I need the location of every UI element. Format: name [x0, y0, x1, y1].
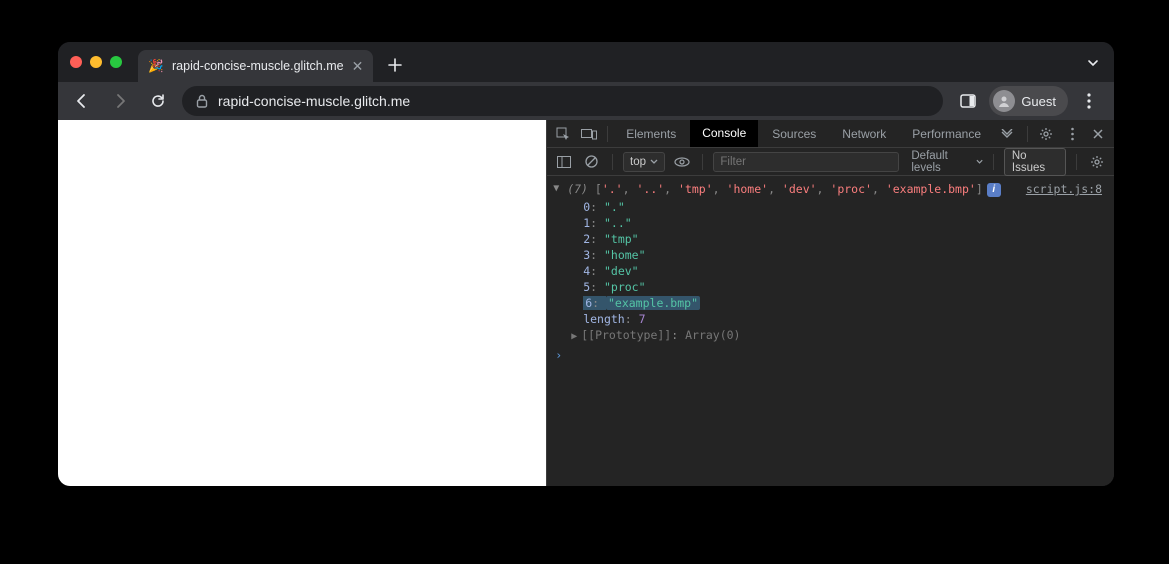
- context-label: top: [630, 156, 646, 168]
- url-text: rapid-concise-muscle.glitch.me: [218, 93, 410, 109]
- window-controls: [70, 56, 122, 68]
- tab-favicon: 🎉: [148, 59, 164, 74]
- profile-label: Guest: [1021, 94, 1056, 109]
- page-viewport[interactable]: [58, 120, 546, 486]
- chevron-down-icon: [650, 159, 658, 165]
- maximize-window-button[interactable]: [110, 56, 122, 68]
- new-tab-button[interactable]: [381, 51, 409, 79]
- log-summary: (7) ['.', '..', 'tmp', 'home', 'dev', 'p…: [567, 182, 1026, 197]
- info-badge-icon[interactable]: i: [987, 183, 1001, 197]
- minimize-window-button[interactable]: [90, 56, 102, 68]
- tab-console[interactable]: Console: [690, 120, 758, 147]
- tab-performance[interactable]: Performance: [900, 120, 993, 148]
- expanded-array: 0: "."1: ".."2: "tmp"3: "home"4: "dev"5:…: [547, 199, 1114, 345]
- console-log-entry[interactable]: ▼ (7) ['.', '..', 'tmp', 'home', 'dev', …: [547, 180, 1114, 199]
- tab-strip: 🎉 rapid-concise-muscle.glitch.me ✕: [58, 42, 1114, 82]
- content-area: Elements Console Sources Network Perform…: [58, 120, 1114, 486]
- issues-button[interactable]: No Issues: [1004, 148, 1066, 176]
- array-length: length: 7: [583, 311, 1114, 327]
- inspect-element-icon[interactable]: [551, 122, 575, 146]
- device-toolbar-icon[interactable]: [577, 122, 601, 146]
- array-item[interactable]: 6: "example.bmp": [583, 295, 1114, 311]
- console-output[interactable]: ▼ (7) ['.', '..', 'tmp', 'home', 'dev', …: [547, 176, 1114, 486]
- clear-console-icon[interactable]: [581, 150, 602, 174]
- tab-elements[interactable]: Elements: [614, 120, 688, 148]
- array-item[interactable]: 3: "home": [583, 247, 1114, 263]
- avatar-icon: [993, 90, 1015, 112]
- lock-icon: [196, 94, 208, 108]
- browser-tab[interactable]: 🎉 rapid-concise-muscle.glitch.me ✕: [138, 50, 373, 82]
- disclosure-triangle-icon[interactable]: ▼: [553, 183, 559, 194]
- address-bar[interactable]: rapid-concise-muscle.glitch.me: [182, 86, 943, 116]
- source-link[interactable]: script.js:8: [1026, 182, 1102, 197]
- reload-button[interactable]: [144, 87, 172, 115]
- levels-label: Default levels: [911, 150, 972, 174]
- profile-button[interactable]: Guest: [989, 86, 1068, 116]
- filter-input[interactable]: [713, 152, 899, 172]
- close-tab-icon[interactable]: ✕: [352, 58, 364, 75]
- console-sidebar-toggle-icon[interactable]: [553, 150, 574, 174]
- array-item[interactable]: 2: "tmp": [583, 231, 1114, 247]
- back-button[interactable]: [68, 87, 96, 115]
- forward-button[interactable]: [106, 87, 134, 115]
- menu-button[interactable]: [1074, 86, 1104, 116]
- array-item[interactable]: 0: ".": [583, 199, 1114, 215]
- console-prompt[interactable]: ›: [547, 345, 1114, 365]
- array-item[interactable]: 4: "dev": [583, 263, 1114, 279]
- array-item[interactable]: 1: "..": [583, 215, 1114, 231]
- tab-sources[interactable]: Sources: [760, 120, 828, 148]
- live-expression-icon[interactable]: [671, 150, 692, 174]
- panel-icon[interactable]: [953, 86, 983, 116]
- chevron-down-icon: [976, 159, 983, 165]
- console-settings-icon[interactable]: [1087, 150, 1108, 174]
- devtools-menu-icon[interactable]: [1060, 122, 1084, 146]
- toolbar: rapid-concise-muscle.glitch.me Guest: [58, 82, 1114, 120]
- log-levels-dropdown[interactable]: Default levels: [911, 150, 983, 174]
- close-window-button[interactable]: [70, 56, 82, 68]
- devtools-settings-icon[interactable]: [1034, 122, 1058, 146]
- console-toolbar: top Default levels No Issues: [547, 148, 1114, 176]
- devtools-tabstrip: Elements Console Sources Network Perform…: [547, 120, 1114, 148]
- array-item[interactable]: 5: "proc": [583, 279, 1114, 295]
- tab-title: rapid-concise-muscle.glitch.me: [172, 59, 344, 73]
- tabs-dropdown-icon[interactable]: [1086, 56, 1100, 70]
- more-tabs-icon[interactable]: [995, 122, 1019, 146]
- devtools-panel: Elements Console Sources Network Perform…: [546, 120, 1114, 486]
- array-prototype[interactable]: ▶[[Prototype]]: Array(0): [571, 327, 1114, 345]
- devtools-close-icon[interactable]: [1086, 122, 1110, 146]
- browser-window: 🎉 rapid-concise-muscle.glitch.me ✕ rapid…: [58, 42, 1114, 486]
- context-selector[interactable]: top: [623, 152, 665, 172]
- tab-network[interactable]: Network: [830, 120, 898, 148]
